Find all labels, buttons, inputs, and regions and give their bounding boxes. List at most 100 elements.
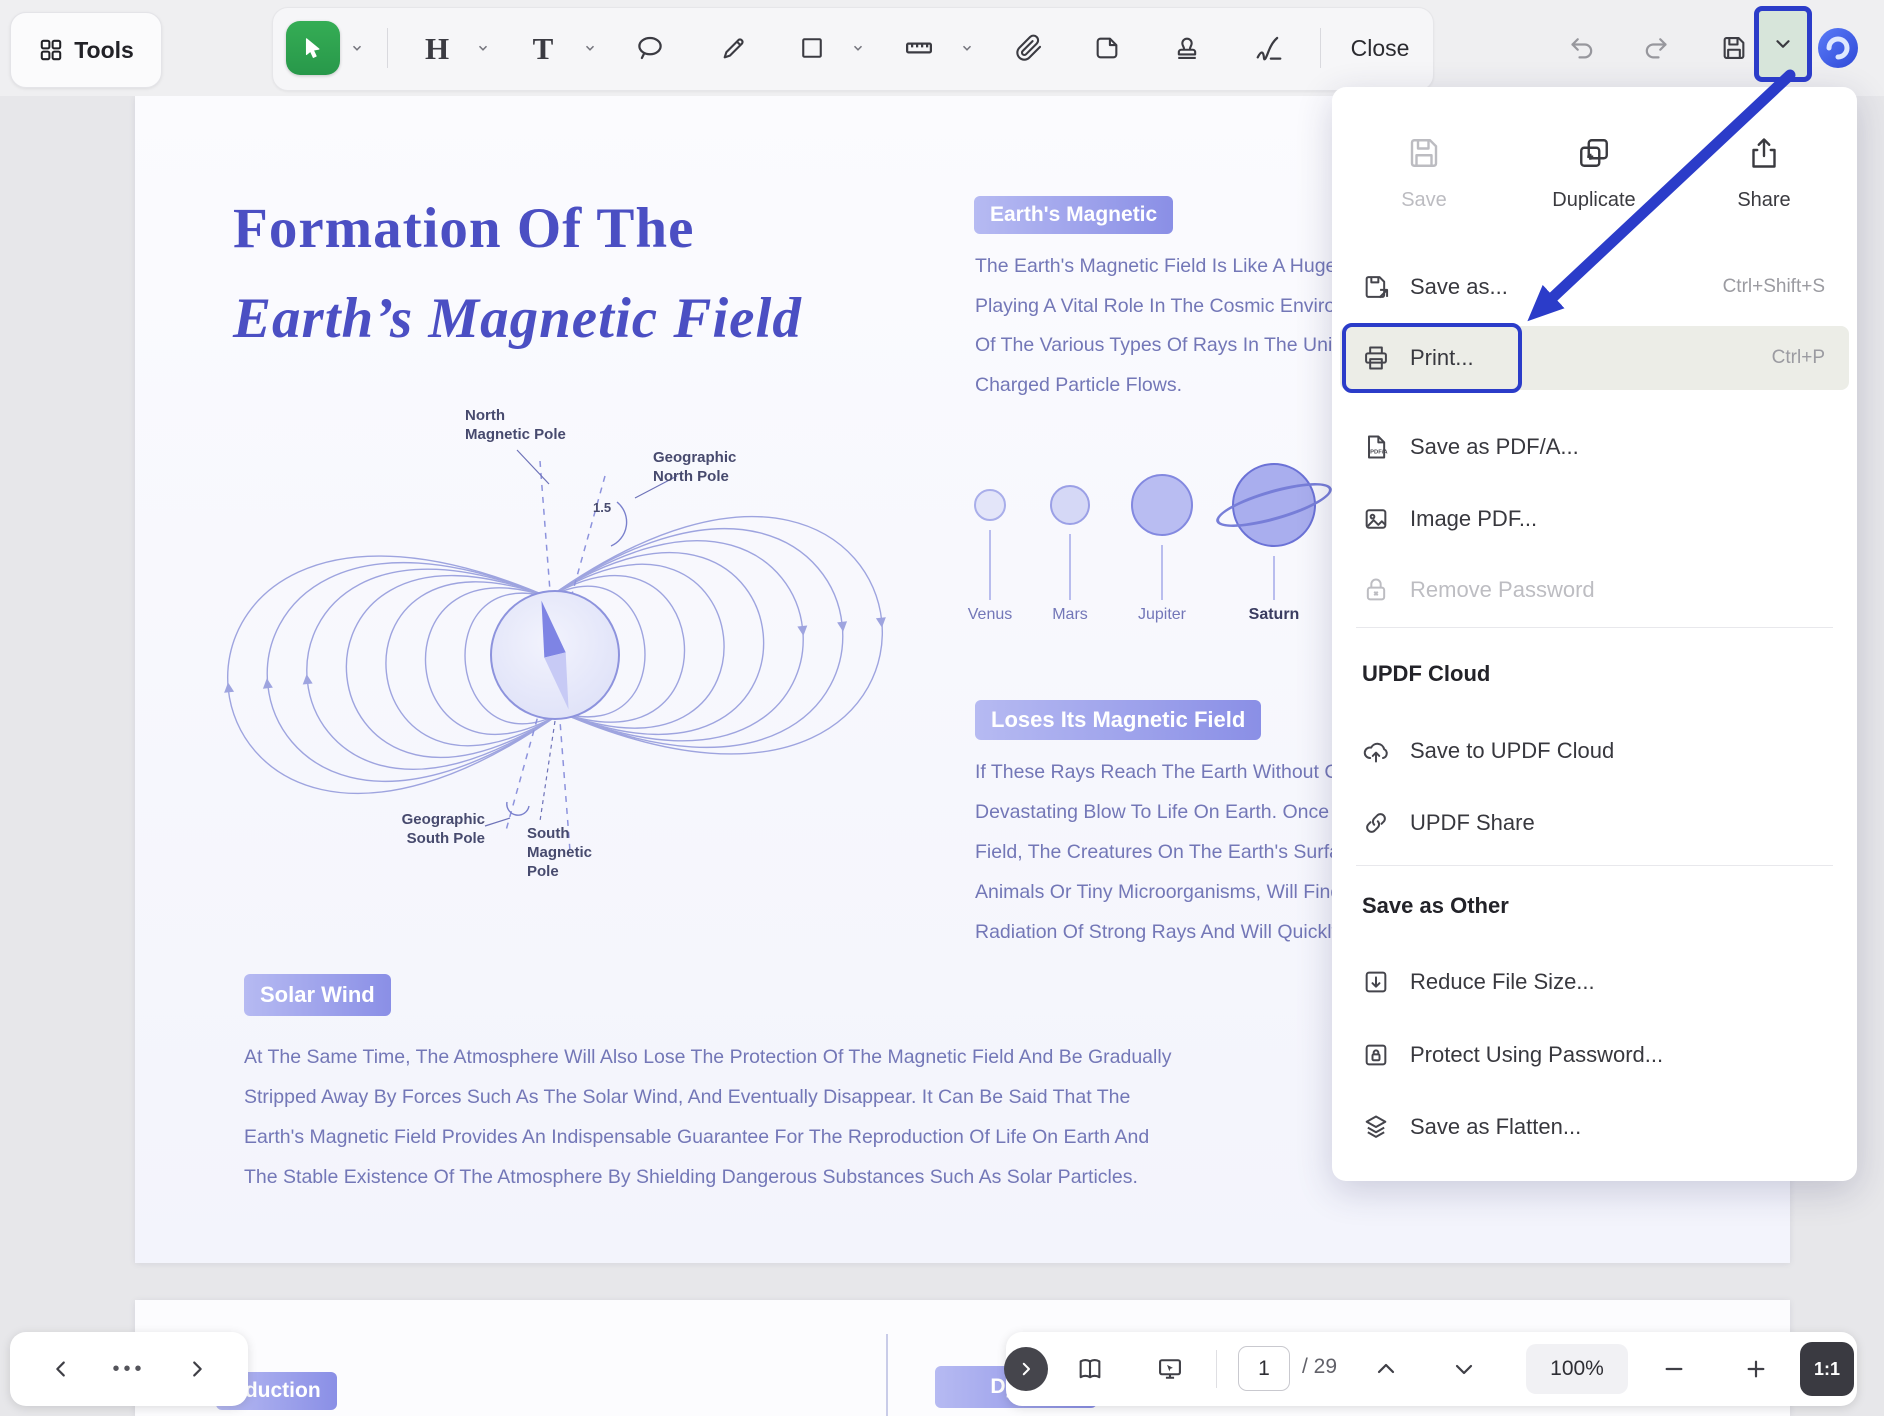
menu-item-remove-password: Remove Password bbox=[1340, 558, 1849, 622]
menu-divider bbox=[1356, 627, 1833, 628]
doc-paragraph-line: Devastating Blow To Life On Earth. Once bbox=[975, 801, 1329, 824]
panel-divider bbox=[1216, 1350, 1217, 1388]
stamp-icon bbox=[1173, 34, 1201, 62]
page-number-input[interactable]: 1 bbox=[1238, 1346, 1290, 1391]
doc-paragraph-line: Earth's Magnetic Field Provides An Indis… bbox=[244, 1126, 1149, 1149]
previous-page-button[interactable] bbox=[1364, 1347, 1408, 1391]
menu-item-label: Save as... bbox=[1410, 274, 1508, 300]
heading-tool-button[interactable]: H bbox=[415, 26, 459, 70]
zoom-out-button[interactable] bbox=[1652, 1347, 1696, 1391]
tools-grid-icon bbox=[38, 37, 64, 63]
planet-label: Jupiter bbox=[1107, 606, 1217, 624]
text-icon: T bbox=[533, 33, 554, 64]
doc-paragraph-line: The Earth's Magnetic Field Is Like A Hug… bbox=[975, 255, 1336, 278]
chevron-down-icon[interactable] bbox=[475, 40, 491, 56]
planets-size-comparison: Venus Mars Jupiter Saturn bbox=[925, 426, 1365, 661]
cursor-icon bbox=[300, 35, 326, 61]
mars-circle bbox=[1050, 485, 1090, 525]
close-button[interactable]: Close bbox=[1335, 26, 1425, 70]
presentation-mode-button[interactable] bbox=[1148, 1347, 1192, 1391]
menu-item-updf-share[interactable]: UPDF Share bbox=[1340, 791, 1849, 855]
menu-share-action[interactable]: Share bbox=[1699, 135, 1829, 212]
toolbar-divider bbox=[387, 28, 388, 68]
more-options-button[interactable]: ••• bbox=[112, 1358, 145, 1381]
next-page-button[interactable] bbox=[1442, 1347, 1486, 1391]
save-dropdown-button[interactable] bbox=[1754, 6, 1812, 82]
chevron-right-icon[interactable] bbox=[186, 1358, 208, 1380]
protect-password-icon bbox=[1360, 1039, 1392, 1071]
label-tilt-angle: 1.5 bbox=[593, 498, 611, 517]
menu-item-protect-password[interactable]: Protect Using Password... bbox=[1340, 1023, 1849, 1087]
menu-item-label: Save to UPDF Cloud bbox=[1410, 738, 1614, 764]
page-nav-panel: ••• bbox=[10, 1332, 248, 1406]
menu-item-label: Protect Using Password... bbox=[1410, 1042, 1663, 1068]
two-page-view-button[interactable] bbox=[1068, 1347, 1112, 1391]
planet-label: Saturn bbox=[1219, 606, 1329, 624]
text-tool-button[interactable]: T bbox=[521, 26, 565, 70]
select-tool-button[interactable] bbox=[286, 21, 340, 75]
menu-duplicate-action[interactable]: Duplicate bbox=[1529, 135, 1659, 212]
attachment-icon bbox=[1015, 34, 1043, 62]
redo-button[interactable] bbox=[1633, 26, 1677, 70]
menu-item-save-as-pdfa[interactable]: PDF/A Save as PDF/A... bbox=[1340, 415, 1849, 479]
reduce-size-icon bbox=[1360, 966, 1392, 998]
zoom-in-button[interactable] bbox=[1734, 1347, 1778, 1391]
menu-item-label: Save as Flatten... bbox=[1410, 1114, 1581, 1140]
stamp-tool-button[interactable] bbox=[1165, 26, 1209, 70]
chevron-down-icon[interactable] bbox=[349, 40, 365, 56]
zoom-level-display[interactable]: 100% bbox=[1526, 1344, 1628, 1394]
expand-panel-button[interactable] bbox=[1004, 1347, 1048, 1391]
shape-tool-button[interactable] bbox=[790, 26, 834, 70]
menu-item-save-as[interactable]: Save as... Ctrl+Shift+S bbox=[1340, 255, 1849, 319]
badge-earths-magnetic: Earth's Magnetic bbox=[974, 196, 1173, 234]
comment-tool-button[interactable] bbox=[628, 26, 672, 70]
doc-paragraph-line: Animals Or Tiny Microorganisms, Will Fin… bbox=[975, 881, 1341, 904]
plus-icon bbox=[1745, 1358, 1767, 1380]
presentation-icon bbox=[1156, 1355, 1184, 1383]
page-total-label: / 29 bbox=[1302, 1355, 1337, 1379]
doc-paragraph-line: Field, The Creatures On The Earth's Surf… bbox=[975, 841, 1340, 864]
signature-tool-button[interactable] bbox=[1247, 26, 1291, 70]
ruler-icon bbox=[904, 33, 934, 63]
doc-paragraph-line: Stripped Away By Forces Such As The Sola… bbox=[244, 1086, 1130, 1109]
share-icon bbox=[1746, 135, 1782, 171]
menu-item-save-to-cloud[interactable]: Save to UPDF Cloud bbox=[1340, 719, 1849, 783]
save-button[interactable] bbox=[1712, 26, 1756, 70]
pdfa-icon: PDF/A bbox=[1360, 431, 1392, 463]
menu-item-shortcut: Ctrl+Shift+S bbox=[1723, 276, 1825, 298]
updf-logo-icon bbox=[1817, 27, 1859, 69]
jupiter-circle bbox=[1131, 474, 1193, 536]
actual-size-button[interactable]: 1:1 bbox=[1800, 1342, 1854, 1396]
badge-solar-wind: Solar Wind bbox=[244, 974, 391, 1016]
menu-item-label: Reduce File Size... bbox=[1410, 969, 1595, 995]
heading-icon: H bbox=[425, 33, 449, 64]
minus-icon bbox=[1663, 1358, 1685, 1380]
chevron-down-icon[interactable] bbox=[959, 40, 975, 56]
chevron-down-icon[interactable] bbox=[850, 40, 866, 56]
image-pdf-icon bbox=[1360, 503, 1392, 535]
menu-item-image-pdf[interactable]: Image PDF... bbox=[1340, 487, 1849, 551]
menu-item-label: Save as PDF/A... bbox=[1410, 434, 1579, 460]
sticker-tool-button[interactable] bbox=[1085, 26, 1129, 70]
cloud-upload-icon bbox=[1360, 735, 1392, 767]
sticker-icon bbox=[1093, 34, 1121, 62]
menu-item-label: Print... bbox=[1410, 345, 1474, 371]
venus-circle bbox=[974, 489, 1006, 521]
chevron-down-icon bbox=[1772, 33, 1794, 55]
chevron-down-icon[interactable] bbox=[582, 40, 598, 56]
measure-tool-button[interactable] bbox=[897, 26, 941, 70]
menu-item-save-as-flatten[interactable]: Save as Flatten... bbox=[1340, 1095, 1849, 1159]
menu-item-label: UPDF Share bbox=[1410, 810, 1535, 836]
column-divider bbox=[886, 1334, 888, 1416]
doc-paragraph-line: At The Same Time, The Atmosphere Will Al… bbox=[244, 1046, 1171, 1069]
toolbar-divider bbox=[1320, 28, 1321, 68]
chevron-left-icon[interactable] bbox=[50, 1358, 72, 1380]
menu-item-print[interactable]: Print... Ctrl+P bbox=[1340, 326, 1849, 390]
action-label: Save bbox=[1359, 189, 1489, 212]
pen-tool-button[interactable] bbox=[712, 26, 756, 70]
label-geographic-north-pole: Geographic North Pole bbox=[653, 448, 813, 486]
tools-button[interactable]: Tools bbox=[10, 12, 162, 88]
attachment-tool-button[interactable] bbox=[1007, 26, 1051, 70]
menu-item-reduce-file-size[interactable]: Reduce File Size... bbox=[1340, 950, 1849, 1014]
undo-button[interactable] bbox=[1561, 26, 1605, 70]
